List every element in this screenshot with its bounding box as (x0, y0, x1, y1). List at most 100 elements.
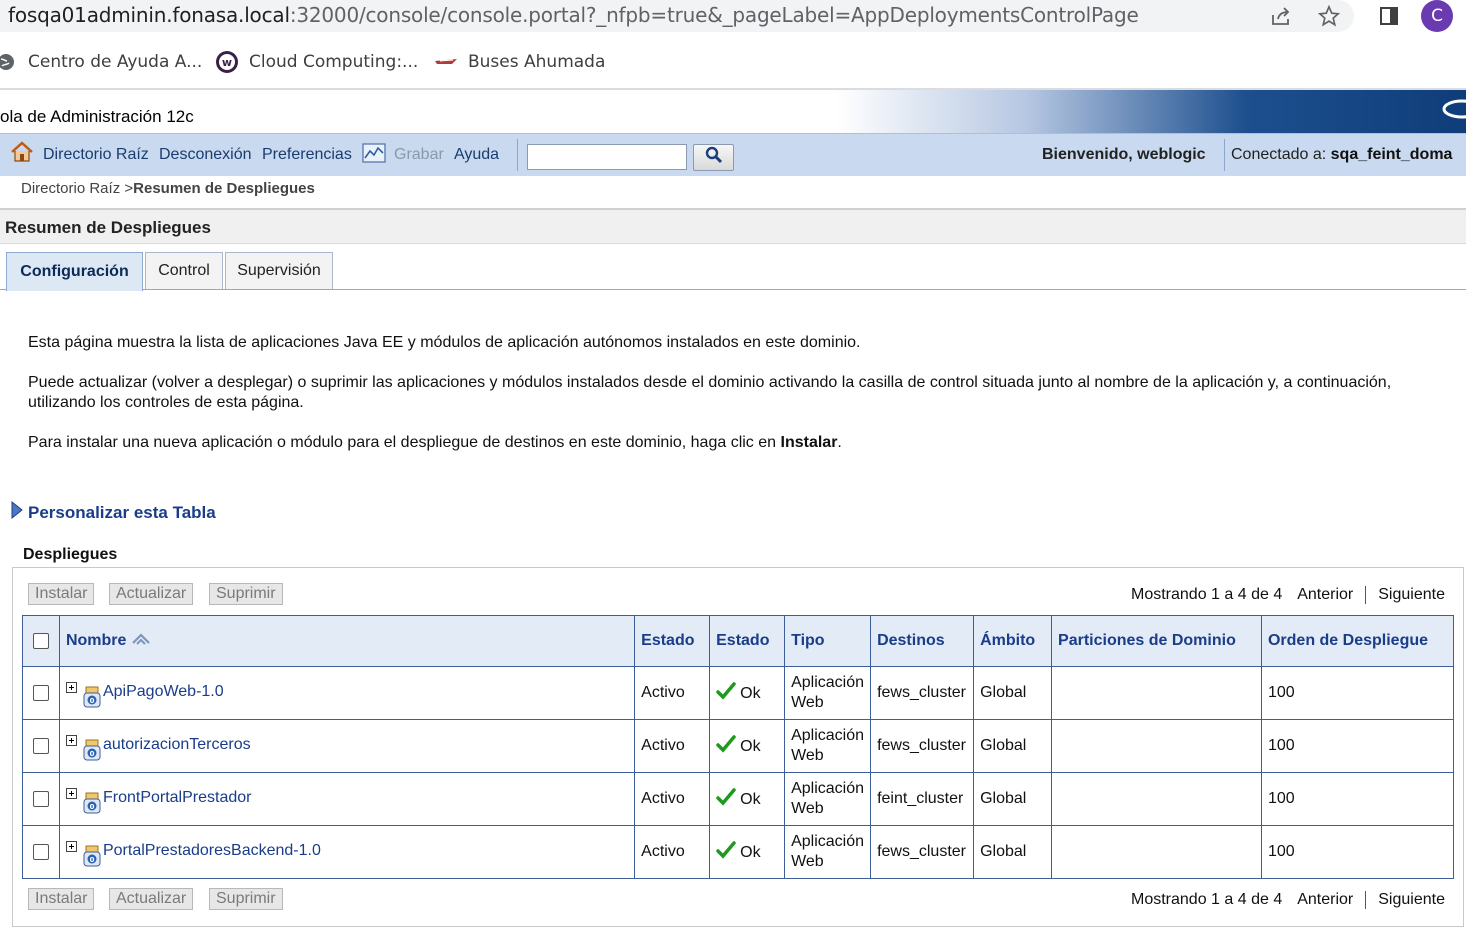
svg-text:0: 0 (90, 750, 95, 758)
bookmark-item[interactable]: Buses Ahumada (434, 50, 605, 74)
breadcrumb-root-link[interactable]: Directorio Raíz (21, 180, 120, 197)
expand-plus-icon[interactable] (65, 735, 77, 746)
deployment-order-cell: 100 (1260, 772, 1455, 826)
column-header-targets[interactable]: Destinos (870, 615, 975, 667)
state-link[interactable]: Activo (634, 772, 711, 826)
home-link[interactable]: Directorio Raíz (43, 146, 149, 164)
bus-logo-icon (434, 50, 458, 74)
select-all-checkbox[interactable] (33, 632, 49, 649)
state-link[interactable]: Activo (634, 666, 711, 720)
table-row: 0 FrontPortalPrestador Activo Ok Aplicación … (22, 772, 1455, 826)
share-icon[interactable] (1266, 2, 1296, 30)
row-checkbox[interactable] (33, 790, 49, 807)
preferences-link[interactable]: Preferencias (262, 146, 352, 164)
page-title: Resumen de Despliegues (5, 218, 211, 237)
expand-plus-icon[interactable] (65, 682, 77, 693)
state-link[interactable]: Activo (634, 719, 711, 773)
row-select-cell (22, 772, 60, 826)
install-button[interactable]: Instalar (28, 888, 95, 910)
console-title-bar: ola de Administración 12c (0, 90, 1466, 133)
address-bar[interactable]: fosqa01adminin.fonasa.local:32000/consol… (0, 0, 1354, 32)
breadcrumb-current: Resumen de Despliegues (133, 180, 315, 197)
web-app-icon: 0 (83, 845, 101, 867)
table-row: 0 ApiPagoWeb-1.0 Activo Ok Aplicación Web few… (22, 666, 1455, 720)
url-host: fosqa01adminin.fonasa.local (8, 3, 290, 27)
deployment-name-link[interactable]: autorizacionTerceros (103, 736, 251, 754)
delete-button[interactable]: Suprimir (209, 583, 283, 605)
tab-monitoring[interactable]: Supervisión (225, 252, 333, 289)
row-checkbox[interactable] (33, 737, 49, 754)
expand-plus-icon[interactable] (65, 788, 77, 799)
deployment-name-link[interactable]: FrontPortalPrestador (103, 789, 252, 807)
customize-table-link[interactable]: Personalizar esta Tabla (28, 503, 216, 523)
column-label: Nombre (65, 632, 127, 649)
pager-next[interactable]: Siguiente (1378, 891, 1445, 909)
bookmark-item[interactable]: w Cloud Computing:... (215, 50, 418, 74)
svg-text:0: 0 (90, 856, 95, 864)
partitions-cell (1051, 666, 1262, 720)
update-button[interactable]: Actualizar (109, 888, 194, 910)
description-paragraph: Esta página muestra la lista de aplicaci… (28, 334, 861, 351)
expand-plus-icon[interactable] (65, 841, 77, 852)
pager-separator (1365, 586, 1367, 604)
state-link[interactable]: Activo (634, 825, 711, 879)
scope-cell: Global (973, 666, 1053, 720)
web-app-icon: 0 (83, 739, 101, 761)
column-header-partitions[interactable]: Particiones de Dominio (1051, 615, 1262, 667)
search-icon (704, 146, 724, 169)
column-header-name[interactable]: Nombre (58, 615, 636, 667)
home-icon[interactable] (10, 141, 34, 168)
targets-cell: feint_cluster (870, 772, 975, 826)
column-header-deployment-order[interactable]: Orden de Despliegue (1260, 615, 1455, 667)
type-cell: Aplicación Web (784, 772, 872, 826)
install-button[interactable]: Instalar (28, 583, 95, 605)
table-caption: Despliegues (23, 546, 118, 563)
select-all-cell (22, 615, 60, 667)
pager-previous[interactable]: Anterior (1297, 891, 1353, 909)
record-icon (362, 143, 386, 168)
pager: Mostrando 1 a 4 de 4 Anterior Siguiente (1131, 891, 1445, 909)
row-checkbox[interactable] (33, 684, 49, 701)
column-header-scope[interactable]: Ámbito (973, 615, 1053, 667)
tab-configuration[interactable]: Configuración (6, 252, 143, 291)
profile-avatar[interactable]: C (1421, 0, 1453, 32)
svg-text:w: w (222, 56, 232, 69)
search-input[interactable] (527, 144, 687, 170)
delete-button[interactable]: Suprimir (209, 888, 283, 910)
connected-label: Conectado a: (1231, 146, 1327, 163)
tab-control[interactable]: Control (145, 252, 223, 289)
health-cell: Ok (709, 719, 786, 773)
side-panel-icon[interactable] (1374, 2, 1404, 30)
health-text: Ok (740, 737, 761, 755)
deployment-name-link[interactable]: ApiPagoWeb-1.0 (103, 683, 224, 701)
health-cell: Ok (709, 825, 786, 879)
search-button[interactable] (693, 144, 734, 171)
partitions-cell (1051, 772, 1262, 826)
column-header-health[interactable]: Estado (709, 615, 786, 667)
web-app-icon: 0 (83, 686, 101, 708)
svg-text:0: 0 (90, 803, 95, 811)
targets-cell: fews_cluster (870, 825, 975, 879)
description-text: . (837, 434, 842, 451)
pager-next[interactable]: Siguiente (1378, 586, 1445, 604)
help-link[interactable]: Ayuda (454, 146, 499, 164)
targets-cell: fews_cluster (870, 666, 975, 720)
update-button[interactable]: Actualizar (109, 583, 194, 605)
console-toolbar: Directorio Raíz Desconexión Preferencias… (0, 133, 1466, 176)
sort-ascending-icon[interactable] (131, 632, 151, 649)
customize-table-toggle[interactable]: Personalizar esta Tabla (10, 500, 216, 525)
deployment-name-link[interactable]: PortalPrestadoresBackend-1.0 (103, 842, 321, 860)
pager-count: Mostrando 1 a 4 de 4 (1131, 891, 1283, 908)
column-header-state[interactable]: Estado (634, 615, 711, 667)
record-link[interactable]: Grabar (394, 146, 444, 164)
bookmark-item[interactable]: Centro de Ayuda A... (0, 50, 202, 74)
column-header-type[interactable]: Tipo (784, 615, 872, 667)
bookmark-star-icon[interactable] (1314, 2, 1344, 30)
logout-link[interactable]: Desconexión (159, 146, 252, 164)
health-cell: Ok (709, 772, 786, 826)
pager-previous[interactable]: Anterior (1297, 586, 1353, 604)
row-checkbox[interactable] (33, 843, 49, 860)
table-row: 0 PortalPrestadoresBackend-1.0 Activo Ok Apl… (22, 825, 1455, 879)
url-text[interactable]: fosqa01adminin.fonasa.local:32000/consol… (8, 3, 1139, 27)
bookmarks-bar: Centro de Ayuda A... w Cloud Computing:.… (0, 44, 1466, 80)
